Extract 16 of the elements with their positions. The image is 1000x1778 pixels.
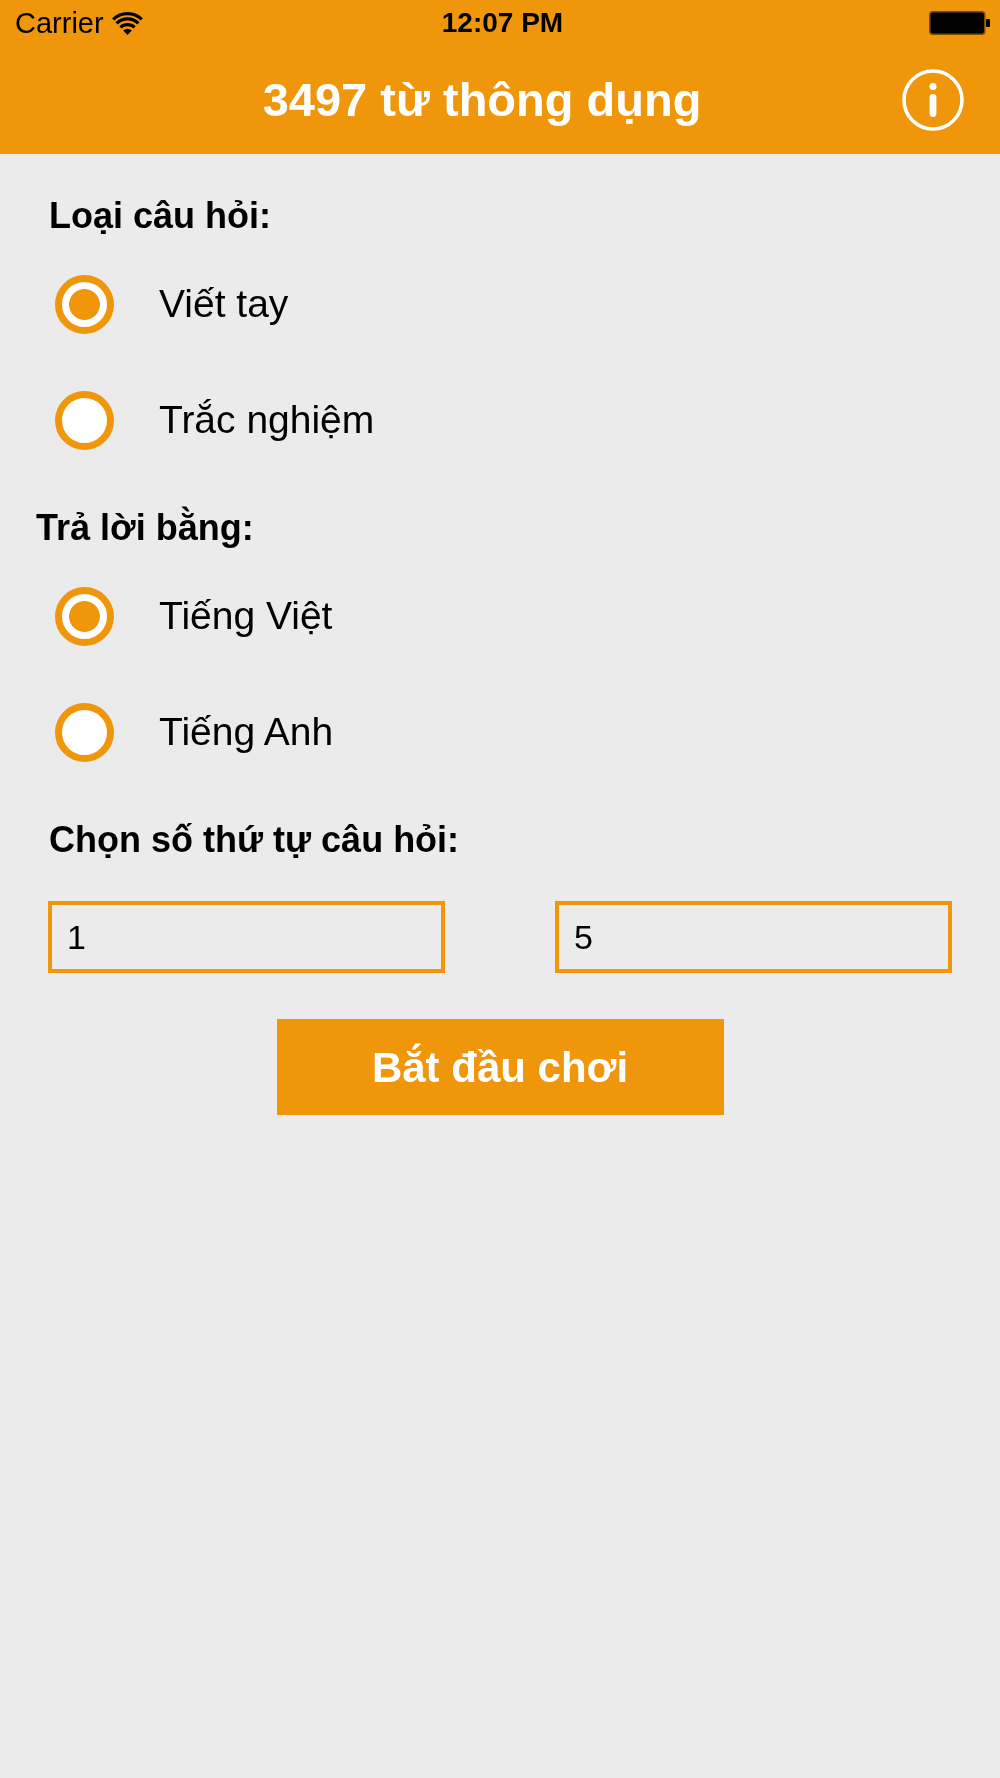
nav-title: 3497 từ thông dụng xyxy=(262,74,702,126)
option-label: Tiếng Việt xyxy=(159,592,333,639)
carrier-name: Carrier xyxy=(15,8,104,38)
info-button[interactable] xyxy=(902,69,964,131)
option-label: Trắc nghiệm xyxy=(159,396,375,443)
input-field[interactable]: 1 xyxy=(48,901,445,973)
status-time: 12:07 PM xyxy=(441,9,564,37)
section-label: Trả lời bằng: xyxy=(35,506,255,550)
input-field[interactable]: 5 xyxy=(555,901,952,973)
battery-icon xyxy=(929,11,990,35)
section-label: Loại câu hỏi: xyxy=(48,194,272,238)
option-label: Tiếng Anh xyxy=(159,708,334,755)
wifi-icon xyxy=(111,11,143,35)
option-label: Viết tay xyxy=(159,280,289,327)
info-icon xyxy=(902,69,964,131)
range-label: Chọn số thứ tự câu hỏi: xyxy=(48,818,461,862)
